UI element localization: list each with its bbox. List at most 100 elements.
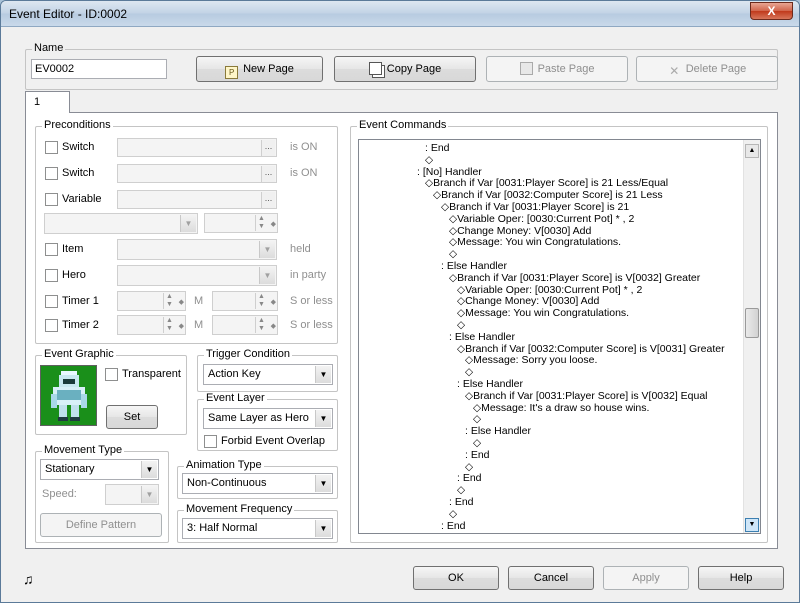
command-line[interactable]: ◇Message: You win Congratulations. xyxy=(449,236,621,248)
scroll-thumb[interactable] xyxy=(745,308,759,338)
timer2-label: Timer 2 xyxy=(62,319,99,331)
trigger-condition-value: Action Key xyxy=(208,368,261,380)
command-line[interactable]: ◇ xyxy=(473,437,481,449)
command-line[interactable]: ◇Message: Sorry you loose. xyxy=(465,354,597,366)
new-page-button[interactable]: P New Page xyxy=(196,56,323,82)
close-button[interactable]: X xyxy=(750,2,793,20)
cancel-button[interactable]: Cancel xyxy=(508,566,594,590)
scroll-up-button[interactable]: ▲ xyxy=(745,144,759,158)
event-name-input[interactable]: EV0002 xyxy=(31,59,167,79)
spinner-arrows-icon[interactable]: ▲ ▼ xyxy=(255,317,267,333)
event-graphic-preview[interactable] xyxy=(40,365,97,426)
command-line[interactable]: : End xyxy=(465,449,490,461)
command-line[interactable]: ◇ xyxy=(465,461,473,473)
item-combo[interactable]: ▼ xyxy=(117,239,277,260)
timer2-seconds-spinner[interactable]: ▲ ▼ ◆ xyxy=(212,315,278,335)
spinner-arrow-icon: ◆ xyxy=(178,323,184,330)
command-line[interactable]: ◇Branch if Var [0032:Computer Score] is … xyxy=(433,189,663,201)
switch2-checkbox[interactable] xyxy=(45,167,58,180)
item-label: Item xyxy=(62,243,84,255)
command-line[interactable]: ◇ xyxy=(449,508,457,520)
switch1-browse-button[interactable]: ... xyxy=(261,140,275,156)
help-button[interactable]: Help xyxy=(698,566,784,590)
switch1-checkbox[interactable] xyxy=(45,141,58,154)
vertical-scrollbar[interactable]: ▲ ▼ xyxy=(743,140,760,533)
tab-page-1-label: 1 xyxy=(34,96,41,108)
command-line[interactable]: ◇Branch if Var [0032:Computer Score] is … xyxy=(457,343,725,355)
command-line[interactable]: : Else Handler xyxy=(441,260,507,272)
command-line[interactable]: : [No] Handler xyxy=(417,166,482,178)
command-line[interactable]: ◇Variable Oper: [0030:Current Pot] * , 2 xyxy=(449,213,634,225)
command-line[interactable]: : Else Handler xyxy=(465,425,531,437)
command-line[interactable]: : End xyxy=(441,520,466,532)
armored-hero-sprite xyxy=(51,371,87,421)
event-commands-list[interactable]: : End ◇: [No] Handler ◇Branch if Var [0031… xyxy=(358,139,761,534)
spinner-arrows-icon[interactable]: ▲ ▼ xyxy=(163,293,175,309)
paste-page-button[interactable]: Paste Page xyxy=(486,56,628,82)
switch2-browse-button[interactable]: ... xyxy=(261,166,275,182)
command-line[interactable]: ◇Branch if Var [0031:Player Score] is V[… xyxy=(465,390,708,402)
chevron-down-icon: ▼ xyxy=(180,215,196,232)
title-bar[interactable]: Event Editor - ID:0002 X xyxy=(1,1,799,27)
ok-button[interactable]: OK xyxy=(413,566,499,590)
spinner-arrows-icon[interactable]: ▲ ▼ xyxy=(163,317,175,333)
command-line[interactable]: ◇Variable Oper: [0030:Current Pot] * , 2 xyxy=(457,284,642,296)
command-line[interactable]: ◇ xyxy=(465,366,473,378)
timer1-seconds-spinner[interactable]: ▲ ▼ ◆ xyxy=(212,291,278,311)
music-note-icon[interactable]: ♫ xyxy=(23,571,34,587)
tab-page-1[interactable]: 1 xyxy=(25,91,70,113)
timer2-checkbox[interactable] xyxy=(45,319,58,332)
spinner-arrows-icon[interactable]: ▲ ▼ xyxy=(255,293,267,309)
timer1-minutes-spinner[interactable]: ▲ ▼ ◆ xyxy=(117,291,186,311)
item-checkbox[interactable] xyxy=(45,243,58,256)
command-line[interactable]: ◇Message: You win Congratulations. xyxy=(457,307,629,319)
variable-field[interactable]: ... xyxy=(117,190,277,209)
command-line[interactable]: ◇Branch if Var [0031:Player Score] is 21 xyxy=(441,201,629,213)
command-line[interactable]: : End xyxy=(457,472,482,484)
forbid-overlap-label: Forbid Event Overlap xyxy=(221,435,325,447)
timer1-checkbox[interactable] xyxy=(45,295,58,308)
command-line[interactable]: ◇ xyxy=(457,319,465,331)
command-line[interactable]: ◇Change Money: V[0030] Add xyxy=(449,225,591,237)
command-line[interactable]: ◇Change Money: V[0030] Add xyxy=(457,295,599,307)
switch2-label: Switch xyxy=(62,167,95,179)
transparent-checkbox[interactable] xyxy=(105,368,118,381)
timer2-minutes-spinner[interactable]: ▲ ▼ ◆ xyxy=(117,315,186,335)
switch2-field[interactable]: ... xyxy=(117,164,277,183)
define-pattern-button[interactable]: Define Pattern xyxy=(40,513,162,537)
apply-button[interactable]: Apply xyxy=(603,566,689,590)
command-line[interactable]: : End xyxy=(449,496,474,508)
command-line[interactable]: ◇ xyxy=(425,154,433,166)
timer1-m-label: M xyxy=(194,295,204,307)
animation-type-select[interactable]: Non-Continuous ▼ xyxy=(182,473,333,494)
variable-value-spinner[interactable]: ▲ ▼ ◆ xyxy=(204,213,278,233)
delete-page-button[interactable]: ✕ Delete Page xyxy=(636,56,778,82)
hero-checkbox[interactable] xyxy=(45,269,58,282)
command-line[interactable]: ◇Branch if Var [0031:Player Score] is V[… xyxy=(449,272,700,284)
command-line[interactable]: ◇ xyxy=(473,413,481,425)
chevron-down-icon: ▼ xyxy=(141,486,157,503)
switch1-field[interactable]: ... xyxy=(117,138,277,157)
scroll-down-button[interactable]: ▼ xyxy=(745,518,759,532)
copy-page-button[interactable]: Copy Page xyxy=(334,56,476,82)
command-line[interactable]: ◇Branch if Var [0031:Player Score] is 21… xyxy=(425,177,668,189)
trigger-condition-select[interactable]: Action Key ▼ xyxy=(203,364,333,385)
event-layer-select[interactable]: Same Layer as Hero ▼ xyxy=(203,408,333,429)
chevron-down-icon: ▼ xyxy=(259,267,275,284)
command-line[interactable]: ◇ xyxy=(457,484,465,496)
forbid-overlap-checkbox[interactable] xyxy=(204,435,217,448)
command-line[interactable]: ◇Message: It's a draw so house wins. xyxy=(473,402,649,414)
speed-select[interactable]: ▼ xyxy=(105,484,159,505)
set-graphic-button[interactable]: Set xyxy=(106,405,158,429)
variable-compare-combo[interactable]: ▼ xyxy=(44,213,198,234)
spinner-arrows-icon[interactable]: ▲ ▼ xyxy=(255,215,267,231)
command-line[interactable]: ◇ xyxy=(449,248,457,260)
movement-frequency-select[interactable]: 3: Half Normal ▼ xyxy=(182,518,333,539)
command-line[interactable]: : Else Handler xyxy=(449,331,515,343)
hero-combo[interactable]: ▼ xyxy=(117,265,277,286)
movement-type-select[interactable]: Stationary ▼ xyxy=(40,459,159,480)
variable-browse-button[interactable]: ... xyxy=(261,192,275,208)
variable-checkbox[interactable] xyxy=(45,193,58,206)
command-line[interactable]: : Else Handler xyxy=(457,378,523,390)
command-line[interactable]: : End xyxy=(425,142,450,154)
